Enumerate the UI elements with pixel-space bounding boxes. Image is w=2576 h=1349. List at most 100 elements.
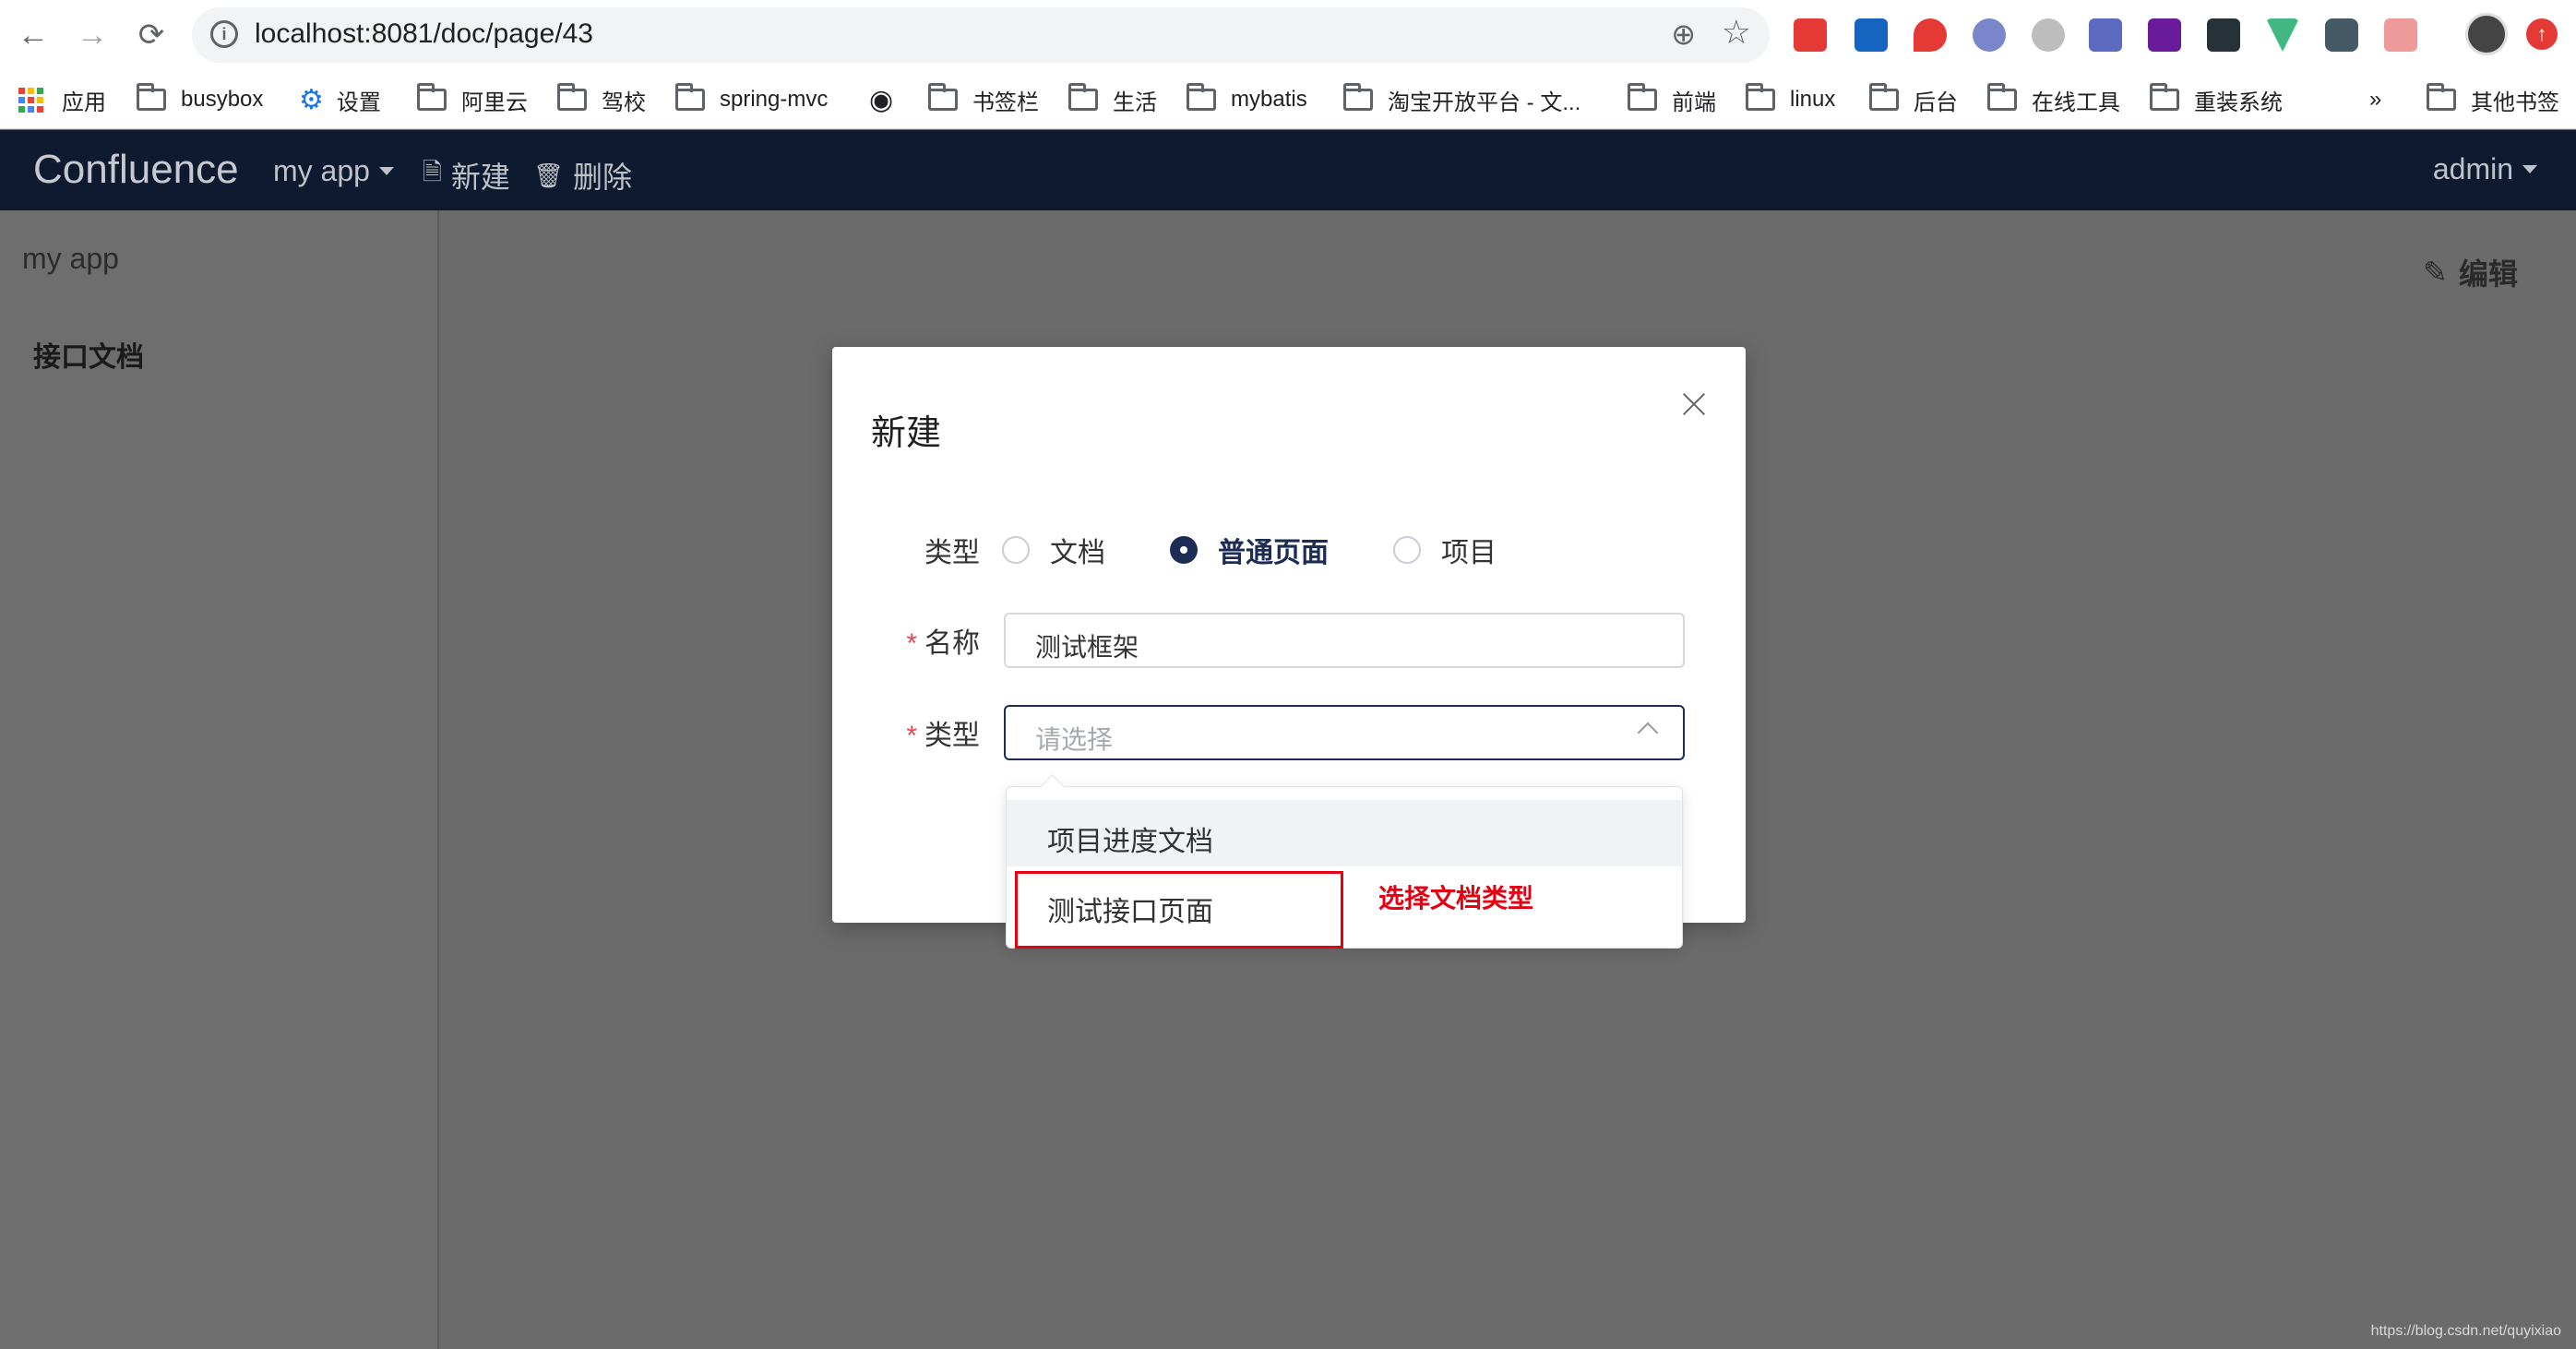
sidebar-title: my app (22, 242, 119, 275)
url-text[interactable]: localhost:8081/doc/page/43 (255, 18, 593, 50)
caret-down-icon (2522, 165, 2537, 173)
edit-button[interactable]: ✎ 编辑 (2423, 251, 2518, 293)
folder-icon (1628, 83, 1657, 111)
new-button[interactable]: 🗎 新建 (423, 154, 510, 197)
reload-icon[interactable]: ⟳ (131, 15, 172, 55)
bookmark-label: spring-mvc (720, 87, 829, 112)
bookmark-folder[interactable]: 重装系统 (2150, 79, 2283, 120)
folder-icon (557, 83, 587, 111)
back-icon[interactable]: ← (13, 15, 54, 55)
bookmark-folder[interactable]: 后台 (1869, 79, 1958, 120)
bookmark-apps[interactable]: 应用 (18, 79, 106, 120)
info-icon[interactable]: i (210, 20, 238, 48)
bookmark-label: busybox (181, 87, 264, 112)
bookmark-label: 重装系统 (2194, 90, 2283, 115)
bookmark-folder[interactable]: spring-mvc (675, 79, 828, 120)
radio-label: 文档 (1050, 538, 1105, 568)
folder-icon (1343, 83, 1373, 111)
space-selector[interactable]: my app (273, 154, 394, 188)
bookmark-label: mybatis (1231, 87, 1307, 112)
folder-icon (137, 83, 166, 111)
user-menu[interactable]: admin (2433, 152, 2537, 186)
bookmark-folder[interactable]: 书签栏 (928, 79, 1039, 120)
bookmark-label: 驾校 (602, 90, 646, 115)
bookmark-folder[interactable]: 前端 (1628, 79, 1716, 120)
required-mark: * (906, 721, 917, 751)
bookmark-folder[interactable]: 阿里云 (417, 79, 528, 120)
extension-icon[interactable] (1854, 18, 1888, 52)
folder-icon (2150, 83, 2179, 111)
address-bar[interactable]: i localhost:8081/doc/page/43 ⊕ ☆ (192, 7, 1770, 63)
edit-label: 编辑 (2458, 257, 2518, 291)
radio-normal-page[interactable]: 普通页面 (1170, 530, 1329, 570)
bookmark-folder[interactable]: 淘宝开放平台 - 文... (1343, 79, 1580, 120)
close-icon[interactable] (1677, 388, 1711, 421)
radio-document[interactable]: 文档 (1002, 530, 1105, 570)
user-name: admin (2432, 152, 2513, 185)
name-input[interactable]: 测试框架 (1004, 613, 1685, 668)
bookmarks-overflow[interactable]: » (2369, 79, 2381, 120)
annotation-text: 选择文档类型 (1378, 884, 1534, 913)
pencil-icon: ✎ (2423, 256, 2448, 289)
select-label: * 类型 (832, 712, 980, 753)
location-icon[interactable] (1914, 18, 1947, 52)
radio-button-icon[interactable] (1002, 536, 1030, 564)
radio-button-icon[interactable] (1393, 536, 1421, 564)
folder-icon (1746, 83, 1775, 111)
update-icon[interactable]: ↑ (2526, 18, 2558, 50)
bookmark-folder[interactable]: 驾校 (557, 79, 646, 120)
speed-icon[interactable] (2032, 18, 2065, 52)
chevron-up-icon (1637, 722, 1659, 744)
bookmark-label: 书签栏 (972, 90, 1039, 115)
sidebar: my app 接口文档 (0, 210, 439, 1349)
pdf-icon[interactable] (2384, 18, 2417, 52)
select-label-text: 类型 (924, 721, 980, 751)
space-name: my app (273, 154, 370, 187)
gear-icon: ⚙ (299, 84, 324, 115)
bookmark-folder[interactable]: 在线工具 (1987, 79, 2120, 120)
globe-bookmark[interactable]: ◉ (869, 79, 893, 120)
bookmark-label: 淘宝开放平台 - 文... (1388, 90, 1581, 115)
folder-icon (675, 83, 705, 111)
extension-icon[interactable] (2207, 18, 2240, 52)
other-bookmarks[interactable]: 其他书签 (2427, 79, 2559, 120)
extension-icon[interactable] (1973, 18, 2006, 52)
star-icon[interactable]: ☆ (1722, 13, 1751, 52)
name-label-text: 名称 (924, 628, 980, 659)
extension-icon[interactable] (2089, 18, 2122, 52)
bookmark-settings[interactable]: ⚙ 设置 (299, 79, 381, 120)
bookmark-folder[interactable]: linux (1746, 79, 1835, 120)
bookmark-label: 在线工具 (2032, 90, 2120, 115)
radio-button-checked-icon[interactable] (1170, 536, 1198, 564)
extension-icon[interactable] (1794, 18, 1827, 52)
folder-icon (1869, 83, 1899, 111)
bookmark-label: 阿里云 (461, 90, 528, 115)
radio-label: 普通页面 (1218, 538, 1329, 568)
globe-icon: ◉ (869, 84, 894, 115)
folder-icon (417, 83, 447, 111)
zoom-icon[interactable]: ⊕ (1671, 17, 1696, 52)
bookmark-label: 后台 (1914, 90, 1958, 115)
folder-icon (1187, 83, 1216, 111)
dropdown-option[interactable]: 项目进度文档 (1007, 800, 1682, 866)
bookmark-label: linux (1790, 87, 1836, 112)
bookmark-folder[interactable]: mybatis (1187, 79, 1307, 120)
bookmark-folder[interactable]: 生活 (1068, 79, 1157, 120)
pocket-icon[interactable] (2325, 18, 2358, 52)
new-label: 新建 (450, 161, 510, 194)
radio-label: 项目 (1441, 538, 1497, 568)
caret-down-icon (378, 167, 394, 175)
trash-icon: 🗑 (533, 161, 565, 189)
radio-project[interactable]: 项目 (1393, 530, 1497, 570)
vue-icon[interactable] (2266, 18, 2299, 52)
type-select[interactable]: 请选择 (1004, 705, 1685, 760)
profile-avatar[interactable] (2465, 13, 2508, 55)
bookmark-folder[interactable]: busybox (137, 79, 263, 120)
required-mark: * (906, 628, 917, 659)
sidebar-item-api-docs[interactable]: 接口文档 (33, 334, 144, 375)
bookmark-label: 前端 (1672, 90, 1716, 115)
delete-button[interactable]: 🗑 删除 (533, 154, 632, 197)
app-logo[interactable]: Confluence (33, 147, 239, 193)
axure-icon[interactable] (2148, 18, 2181, 52)
forward-icon[interactable]: → (72, 15, 113, 55)
